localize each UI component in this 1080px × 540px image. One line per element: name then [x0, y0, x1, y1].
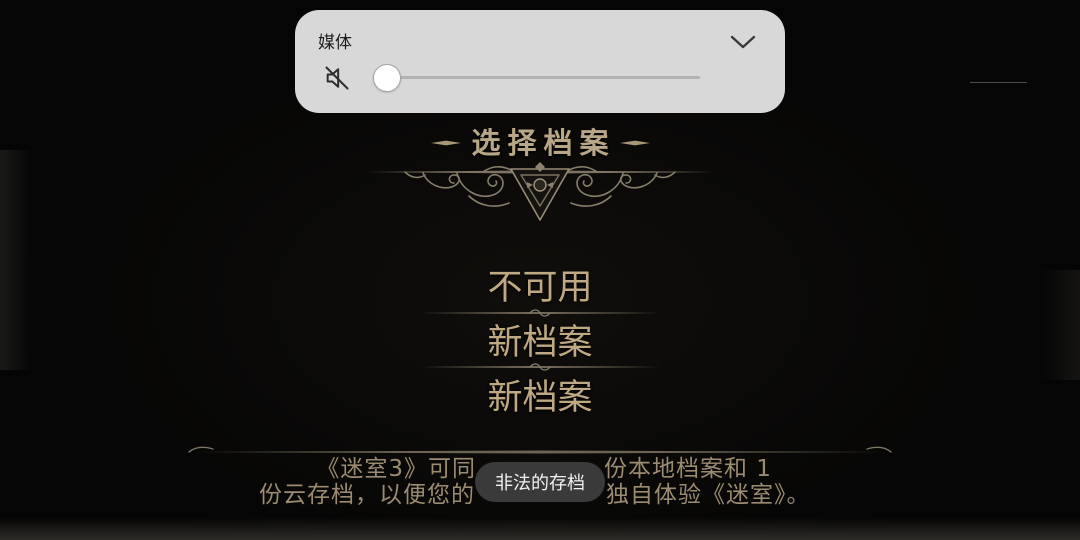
- info-text-line2-left: 份云存档，以便您的: [259, 482, 475, 508]
- volume-slider[interactable]: [373, 63, 700, 92]
- save-slot-3[interactable]: 新档案: [390, 374, 690, 422]
- chevron-down-icon[interactable]: [730, 34, 756, 50]
- volume-slider-thumb[interactable]: [373, 63, 401, 92]
- title-ornament: [365, 162, 715, 221]
- toast: 非法的存档: [475, 462, 605, 502]
- top-right-line: [970, 82, 1027, 83]
- save-slot-2[interactable]: 新档案: [390, 319, 690, 367]
- page-title: 选择档案: [471, 126, 616, 160]
- info-text-line1-right: 份本地档案和 1: [604, 456, 772, 482]
- slot-divider: [420, 363, 660, 371]
- save-slot-1[interactable]: 不可用: [390, 264, 690, 312]
- background-floor: [0, 518, 1080, 540]
- background-wall-right: [1040, 270, 1080, 380]
- speaker-muted-icon[interactable]: [323, 64, 351, 92]
- info-text-line2-right: 独自体验《迷室》。: [606, 482, 811, 508]
- slot-divider: [420, 309, 660, 317]
- volume-panel: 媒体: [295, 10, 785, 113]
- info-divider: [188, 446, 892, 454]
- info-text-line1-left: 《迷室3》可同: [316, 456, 476, 482]
- title-dash-right: [620, 140, 650, 146]
- background-wall-left: [0, 150, 34, 370]
- ornament-emblem: [510, 162, 570, 221]
- volume-stream-label: 媒体: [318, 33, 352, 53]
- save-select-screen: 选择档案 不可用 新档案 新档案 《迷室3》可同 份本地档案和 1 份云存档，以…: [0, 0, 1080, 540]
- toast-message: 非法的存档: [495, 473, 585, 494]
